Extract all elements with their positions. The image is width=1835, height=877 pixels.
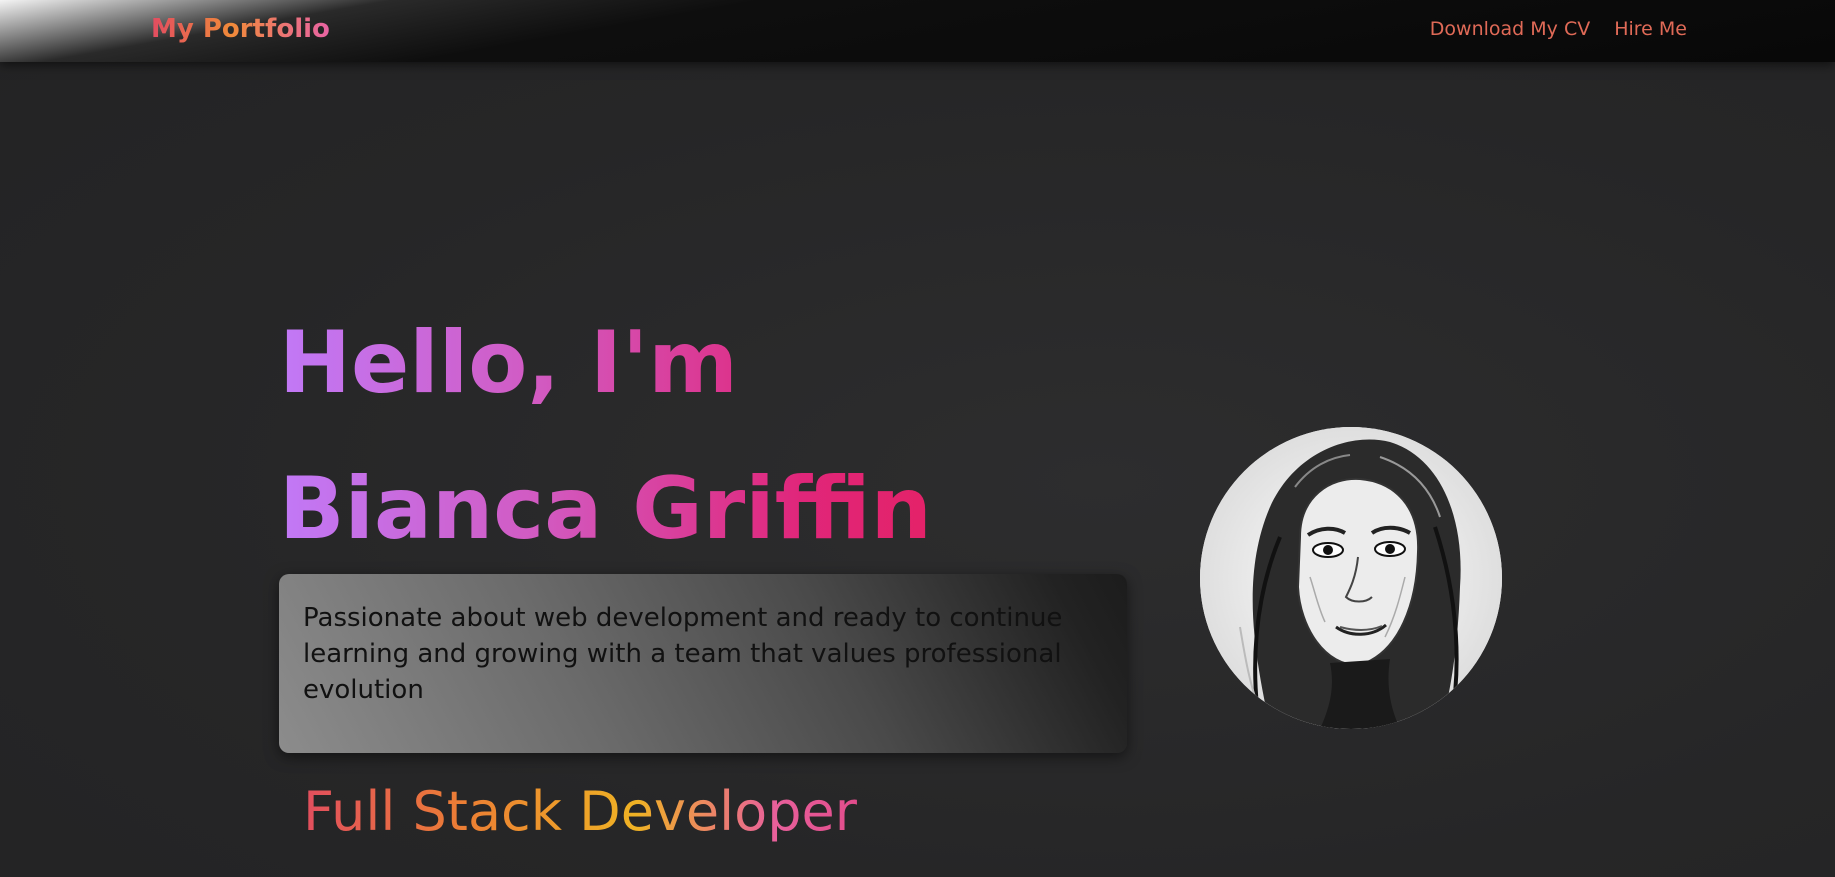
portfolio-page: My Portfolio Download My CV Hire Me Hell… xyxy=(0,0,1835,877)
profile-photo-portrait-icon xyxy=(1200,427,1502,729)
bio-card: Passionate about web development and rea… xyxy=(279,574,1127,753)
navbar: My Portfolio Download My CV Hire Me xyxy=(0,0,1835,62)
nav-links: Download My CV Hire Me xyxy=(1430,16,1687,42)
avatar xyxy=(1200,427,1502,729)
greeting-text: Hello, I'm xyxy=(279,313,738,413)
brand-logo[interactable]: My Portfolio xyxy=(151,12,330,46)
name-text: Bianca Griffin xyxy=(279,459,932,559)
download-cv-link[interactable]: Download My CV xyxy=(1430,16,1590,42)
role-title: Full Stack Developer xyxy=(303,775,857,849)
hire-me-link[interactable]: Hire Me xyxy=(1614,16,1687,42)
bio-text: Passionate about web development and rea… xyxy=(303,603,1063,705)
hero-title: Hello, I'm Bianca Griffin xyxy=(279,290,932,582)
